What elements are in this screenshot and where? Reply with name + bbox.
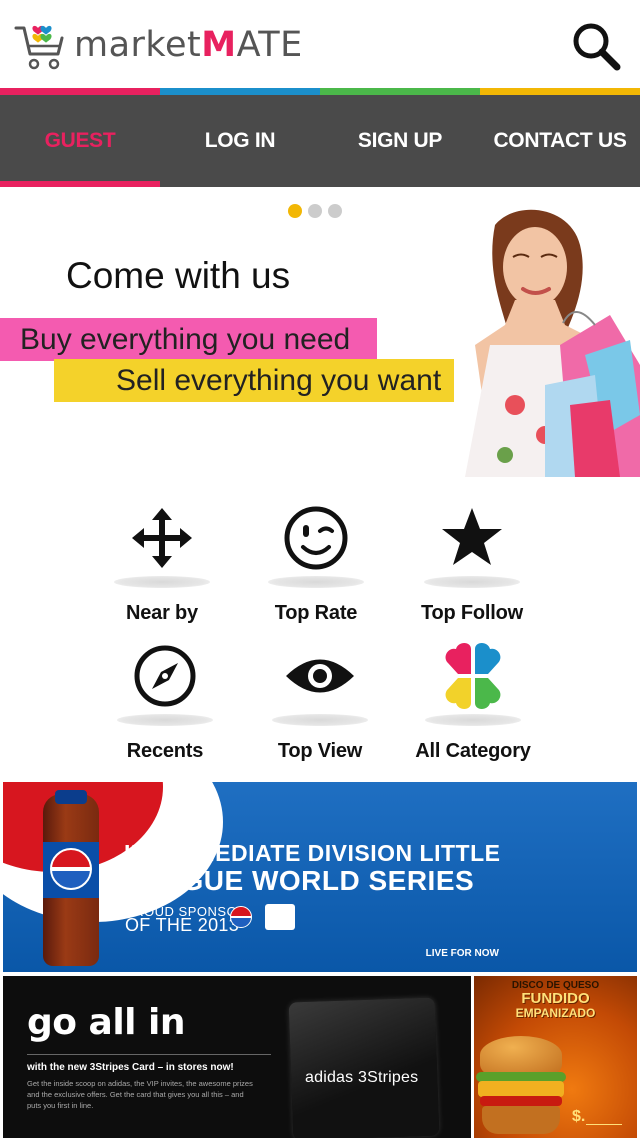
pepsi-logo-icon	[50, 848, 92, 890]
feature-label: Top Follow	[420, 602, 524, 624]
burger-price: $.	[572, 1108, 586, 1125]
shopping-cart-logo-icon	[14, 20, 70, 74]
adidas-ad-banner[interactable]: go all in with the new 3Stripes Card – i…	[3, 976, 471, 1138]
hero-buy-banner: Buy everything you need	[0, 318, 377, 361]
adidas-headline: go all in	[27, 1002, 186, 1043]
divider	[27, 1054, 271, 1055]
burger-title-line3: EMPANIZADO	[515, 1006, 596, 1020]
nav-guest[interactable]: GUEST	[0, 95, 160, 187]
nav-signup[interactable]: SIGN UP	[320, 95, 480, 187]
feature-top-view[interactable]: Top View	[240, 640, 400, 763]
top-nav: GUEST LOG IN SIGN UP CONTACT US	[0, 95, 640, 187]
nav-contact[interactable]: CONTACT US	[480, 95, 640, 187]
clover-hearts-icon	[437, 640, 509, 712]
logo-wordmark: marketMATE	[74, 25, 303, 65]
logo-m: M	[201, 25, 237, 65]
pepsi-mini-logo-icon	[230, 906, 252, 928]
carousel-dots	[288, 204, 342, 218]
icon-shadow	[272, 714, 368, 726]
icon-shadow	[268, 576, 364, 588]
world-series-badge-icon	[265, 904, 295, 930]
adidas-subline: with the new 3Stripes Card – in stores n…	[27, 1062, 234, 1073]
feature-label: Top View	[277, 740, 363, 762]
burger-cheese	[478, 1081, 564, 1097]
icon-shadow	[114, 576, 210, 588]
feature-near-by[interactable]: Near by	[82, 502, 242, 625]
compass-icon	[129, 640, 201, 712]
brand-color-strip	[0, 88, 640, 95]
feature-label: Near by	[126, 602, 198, 624]
pepsi-title-line2: LEAGUE WORLD SERIES	[124, 865, 475, 896]
icon-shadow	[424, 576, 520, 588]
nav-login[interactable]: LOG IN	[160, 95, 320, 187]
pepsi-ad-banner[interactable]: INTERMEDIATE DIVISION LITTLE LEAGUE WORL…	[3, 782, 637, 972]
hero-headline: Come with us	[66, 255, 291, 296]
burger-title-line2: FUNDIDO	[521, 990, 590, 1007]
pepsi-title-line1: INTERMEDIATE DIVISION LITTLE	[124, 840, 501, 866]
hero-carousel[interactable]: Come with us Buy everything you need Sel…	[0, 187, 640, 477]
feature-recents[interactable]: Recents	[85, 640, 245, 763]
star-icon	[436, 502, 508, 574]
feature-label: All Category	[415, 740, 531, 762]
carousel-dot-3[interactable]	[328, 204, 342, 218]
adidas-card-label: adidas 3Stripes	[305, 1069, 419, 1086]
burger-ad-banner[interactable]: DISCO DE QUESO FUNDIDO EMPANIZADO $.	[474, 976, 637, 1138]
adidas-body-text: Get the inside scoop on adidas, the VIP …	[27, 1079, 253, 1110]
bottle-cap	[55, 790, 87, 804]
burger-bottom-bun	[482, 1106, 560, 1134]
strip-green	[320, 88, 480, 95]
icon-shadow	[425, 714, 521, 726]
carousel-dot-2[interactable]	[308, 204, 322, 218]
hero-sell-banner: Sell everything you want	[54, 359, 454, 402]
burger-tomato	[480, 1096, 562, 1106]
search-button[interactable]	[570, 20, 622, 72]
carousel-dot-1[interactable]	[288, 204, 302, 218]
icon-shadow	[117, 714, 213, 726]
marketmate-logo[interactable]: marketMATE	[14, 20, 303, 74]
move-arrows-icon	[126, 502, 198, 574]
logo-prefix: market	[74, 25, 202, 65]
price-underline	[586, 1124, 622, 1125]
wink-smiley-icon	[280, 502, 352, 574]
feature-label: Recents	[126, 740, 204, 762]
logo-suffix: ATE	[236, 25, 303, 65]
feature-top-rate[interactable]: Top Rate	[236, 502, 396, 625]
search-icon	[573, 23, 621, 71]
strip-pink	[0, 88, 160, 95]
strip-blue	[160, 88, 320, 95]
burger-bun-icon	[480, 1036, 562, 1074]
feature-top-follow[interactable]: Top Follow	[392, 502, 552, 625]
feature-grid: Near by Top Rate Top Follow Recents Top …	[0, 480, 640, 780]
eye-icon	[284, 640, 356, 712]
adidas-card-image	[288, 997, 440, 1138]
shopping-woman-image	[395, 205, 640, 477]
app-header: marketMATE	[0, 0, 640, 88]
strip-yellow	[480, 88, 640, 95]
pepsi-sub-line2: OF THE 2013	[125, 915, 240, 935]
feature-all-category[interactable]: All Category	[393, 640, 553, 763]
feature-label: Top Rate	[274, 602, 358, 624]
pepsi-tagline: LIVE FOR NOW	[425, 948, 499, 959]
